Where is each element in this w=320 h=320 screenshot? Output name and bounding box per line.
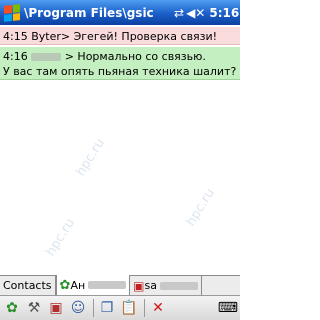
message-text: > Эгегей! Проверка связи! xyxy=(60,30,218,43)
close-icon[interactable]: ✕ xyxy=(148,298,168,318)
message-incoming: 4:15 Byter> Эгегей! Проверка связи! xyxy=(0,27,240,45)
toolbar-separator xyxy=(144,299,145,317)
tab-label: sa xyxy=(144,279,157,292)
toolbar: ✿ ⚒ ▣ ☺ ❐ 📋 ✕ ⌨ xyxy=(0,295,240,320)
speaker-icon[interactable]: ◀✕ xyxy=(186,6,205,20)
blurred-sender-name xyxy=(31,53,62,61)
start-button[interactable] xyxy=(0,0,24,25)
copy-icon[interactable]: ❐ xyxy=(97,298,117,318)
message-text-line1: > Нормально со связью. xyxy=(64,50,206,63)
message-time: 4:16 xyxy=(3,50,28,63)
tab-chat-1[interactable]: ✿ Ан xyxy=(55,275,131,295)
windows-flag-icon xyxy=(4,3,20,22)
tab-chat-2[interactable]: ▣ sa xyxy=(130,276,202,295)
clock[interactable]: 5:16 xyxy=(209,6,239,20)
window-title: \Program Files\gsic xyxy=(24,5,154,20)
watermark: hpc.ru xyxy=(183,185,218,230)
message-sender: Byter xyxy=(31,30,61,43)
message-text-line2: У вас там опять пьяная техника шалит? xyxy=(3,65,237,78)
contact-card-icon[interactable]: ▣ xyxy=(46,298,66,318)
message-outgoing: 4:16 > Нормально со связью. У вас там оп… xyxy=(0,47,240,80)
message-time: 4:15 xyxy=(3,30,28,43)
tab-label: Ан xyxy=(70,278,86,292)
tab-contacts[interactable]: Contacts xyxy=(0,276,56,295)
watermark: hpc.ru xyxy=(43,215,78,260)
connectivity-icon[interactable]: ⇄ xyxy=(174,6,184,20)
keyboard-icon[interactable]: ⌨ xyxy=(218,300,238,316)
contact-card-icon: ▣ xyxy=(133,278,145,293)
tools-icon[interactable]: ⚒ xyxy=(24,298,44,318)
flower-icon[interactable]: ✿ xyxy=(2,298,22,318)
watermark: hpc.ru xyxy=(73,135,108,180)
blurred-contact-name xyxy=(159,281,198,290)
title-bar: \Program Files\gsic ⇄ ◀✕ 5:16 xyxy=(0,0,240,25)
user-info-icon[interactable]: ☺ xyxy=(68,298,88,318)
tab-label: Contacts xyxy=(3,279,52,292)
toolbar-separator xyxy=(93,299,94,317)
blurred-contact-name xyxy=(88,281,127,289)
flower-icon: ✿ xyxy=(59,277,71,293)
tab-bar: Contacts ✿ Ан ▣ sa xyxy=(0,275,240,295)
paste-icon[interactable]: 📋 xyxy=(119,298,139,318)
